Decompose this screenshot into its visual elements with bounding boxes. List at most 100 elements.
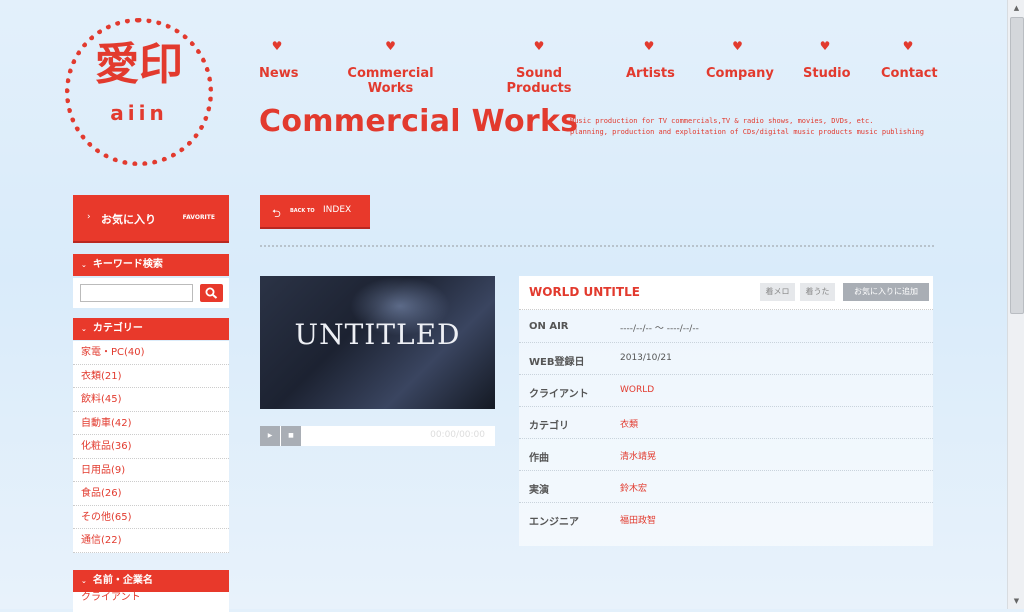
nav-label: Contact	[881, 66, 938, 81]
heart-icon: ♥	[271, 39, 283, 53]
info-label: WEB登録日	[529, 357, 585, 368]
keyword-search-box	[73, 278, 229, 308]
nav-studio[interactable]: ♥ Studio	[803, 39, 851, 81]
info-row-on-air: ON AIR ----/--/-- ～ ----/--/--	[519, 310, 933, 343]
chevron-down-icon: ⌄	[81, 577, 87, 585]
heart-icon: ♥	[902, 39, 914, 53]
divider	[260, 245, 934, 247]
nav-company[interactable]: ♥ Company	[706, 39, 774, 81]
search-icon	[205, 287, 218, 299]
info-label: 実演	[529, 485, 549, 496]
nav-label: Studio	[803, 66, 851, 81]
scroll-up-icon[interactable]: ▲	[1008, 0, 1024, 16]
play-icon: ▶	[267, 432, 273, 439]
category-item[interactable]: 自動車(42)	[73, 412, 229, 435]
category-header: ⌄ カテゴリー	[73, 318, 229, 340]
info-label: クライアント	[529, 389, 589, 400]
category-item[interactable]: 化粧品(36)	[73, 435, 229, 459]
info-row-web-date: WEB登録日 2013/10/21	[519, 342, 933, 375]
work-info-header: WORLD UNTITLE 着メロ 着うた お気に入りに追加	[519, 276, 933, 310]
info-link[interactable]: 福田政智	[620, 513, 656, 526]
aiin-logo[interactable]: 愛印 aiin	[65, 18, 213, 166]
work-info-panel: WORLD UNTITLE 着メロ 着うた お気に入りに追加 ON AIR --…	[519, 276, 933, 546]
nav-label: News	[259, 66, 299, 81]
category-item[interactable]: その他(65)	[73, 506, 229, 529]
return-arrow-icon: ⮌	[272, 207, 281, 220]
names-title: 名前・企業名	[92, 575, 153, 586]
info-label: 作曲	[529, 453, 549, 464]
back-small-label: BACK TO	[290, 208, 315, 214]
video-title: UNTITLED	[294, 318, 461, 351]
info-value: ----/--/-- ～ ----/--/--	[620, 324, 699, 334]
info-label: ON AIR	[529, 321, 569, 332]
nav-artists[interactable]: ♥ Artists	[626, 39, 675, 81]
stop-button[interactable]: ■	[281, 426, 301, 446]
chevron-down-icon: ⌄	[81, 261, 87, 269]
category-item[interactable]: 食品(26)	[73, 482, 229, 506]
play-button[interactable]: ▶	[260, 426, 280, 446]
category-title: カテゴリー	[92, 323, 143, 334]
nav-label: Artists	[626, 66, 675, 81]
scrollbar-thumb[interactable]	[1010, 17, 1024, 314]
favorite-label: お気に入り	[101, 213, 156, 226]
names-item-client[interactable]: クライアント	[73, 586, 229, 610]
info-link[interactable]: WORLD	[620, 385, 654, 395]
keyword-search-header: ⌄ キーワード検索	[73, 254, 229, 276]
nav-news[interactable]: ♥ News	[259, 39, 299, 81]
info-row-category: カテゴリ 衣類	[519, 406, 933, 439]
category-list: 家電・PC(40) 衣類(21) 飲料(45) 自動車(42) 化粧品(36) …	[73, 341, 229, 553]
ringtone-song-button[interactable]: 着うた	[800, 283, 835, 301]
back-label: INDEX	[323, 205, 352, 215]
scroll-down-icon[interactable]: ▼	[1008, 593, 1024, 609]
favorite-button[interactable]: › お気に入り FAVORITE	[73, 195, 229, 243]
chevron-down-icon: ⌄	[81, 325, 87, 333]
info-link[interactable]: 鈴木宏	[620, 481, 647, 494]
nav-label: Sound Products	[506, 66, 572, 96]
heart-icon: ♥	[819, 39, 831, 53]
heart-icon: ♥	[533, 39, 545, 53]
info-link[interactable]: 清水靖晃	[620, 449, 656, 462]
page-title: Commercial Works	[259, 104, 579, 139]
heart-icon: ♥	[732, 39, 743, 53]
info-label: カテゴリ	[529, 421, 569, 432]
work-title: WORLD UNTITLE	[529, 285, 640, 299]
heart-icon: ♥	[385, 39, 396, 53]
info-link[interactable]: 衣類	[620, 417, 638, 430]
ringtone-melody-button[interactable]: 着メロ	[760, 283, 795, 301]
chevron-right-icon: ›	[87, 212, 91, 222]
nav-label: Commercial Works	[347, 66, 434, 96]
video-player[interactable]: UNTITLED	[260, 276, 495, 409]
player-controls: ▶ ■ 00:00/00:00	[260, 426, 495, 446]
tagline-line-1: Music production for TV commercials,TV &…	[570, 117, 874, 125]
player-time: 00:00/00:00	[430, 430, 485, 440]
info-row-engineer: エンジニア 福田政智	[519, 502, 933, 534]
info-row-client: クライアント WORLD	[519, 374, 933, 407]
vertical-scrollbar[interactable]: ▲ ▼	[1007, 0, 1024, 609]
add-to-favorites-button[interactable]: お気に入りに追加	[843, 283, 929, 301]
stop-icon: ■	[288, 432, 294, 439]
nav-label: Company	[706, 66, 774, 81]
category-item[interactable]: 家電・PC(40)	[73, 341, 229, 365]
category-item[interactable]: 通信(22)	[73, 529, 229, 553]
info-row-performer: 実演 鈴木宏	[519, 470, 933, 503]
info-label: エンジニア	[529, 517, 579, 528]
logo-kanji: 愛印	[95, 39, 183, 90]
tagline: Music production for TV commercials,TV &…	[570, 116, 924, 138]
category-item[interactable]: 衣類(21)	[73, 365, 229, 388]
logo-romaji: aiin	[110, 101, 168, 125]
names-list: クライアント	[73, 592, 229, 612]
heart-icon: ♥	[643, 39, 655, 53]
category-item[interactable]: 飲料(45)	[73, 388, 229, 412]
keyword-search-title: キーワード検索	[92, 259, 163, 270]
back-to-index-button[interactable]: ⮌ BACK TO INDEX	[260, 195, 370, 229]
category-item[interactable]: 日用品(9)	[73, 459, 229, 482]
tagline-line-2: planning, production and exploitation of…	[570, 128, 925, 136]
keyword-search-input[interactable]	[80, 284, 193, 302]
nav-contact[interactable]: ♥ Contact	[881, 39, 938, 81]
favorite-sublabel: FAVORITE	[182, 214, 215, 221]
info-row-composer: 作曲 清水靖晃	[519, 438, 933, 471]
nav-commercial-works[interactable]: ♥ Commercial Works	[329, 40, 452, 96]
nav-sound-products[interactable]: ♥ Sound Products	[487, 40, 591, 96]
info-value: 2013/10/21	[620, 353, 672, 363]
search-button[interactable]	[200, 284, 223, 302]
